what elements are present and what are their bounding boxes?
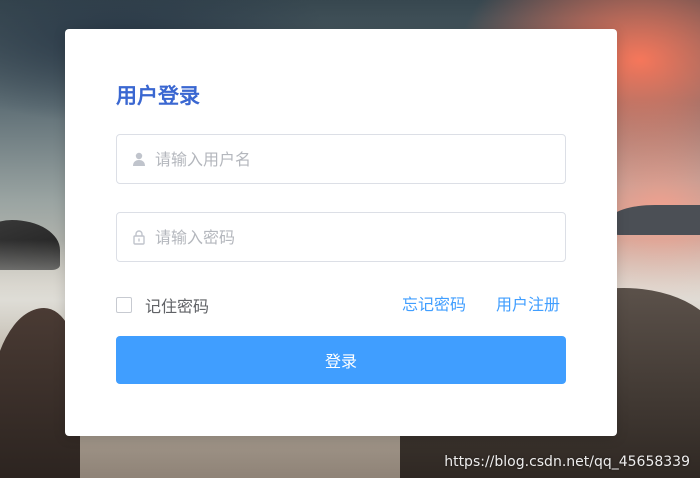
remember-password[interactable]: 记住密码 <box>116 294 209 316</box>
remember-checkbox[interactable] <box>116 297 132 313</box>
user-icon <box>131 151 147 167</box>
lock-icon <box>131 229 147 245</box>
login-title: 用户登录 <box>116 84 200 108</box>
username-field[interactable] <box>116 134 566 184</box>
login-card: 用户登录 记住密码 忘记密码 <box>65 29 617 436</box>
login-button[interactable]: 登录 <box>116 336 566 384</box>
background-headland <box>610 205 700 235</box>
password-field[interactable] <box>116 212 566 262</box>
background-scene: 用户登录 记住密码 忘记密码 <box>0 0 700 478</box>
remember-label: 记住密码 <box>145 297 210 316</box>
username-input[interactable] <box>155 135 555 183</box>
password-input[interactable] <box>155 213 555 261</box>
forgot-password-link[interactable]: 忘记密码 <box>402 294 466 316</box>
register-link[interactable]: 用户注册 <box>496 294 560 316</box>
watermark: https://blog.csdn.net/qq_45658339 <box>444 454 690 470</box>
